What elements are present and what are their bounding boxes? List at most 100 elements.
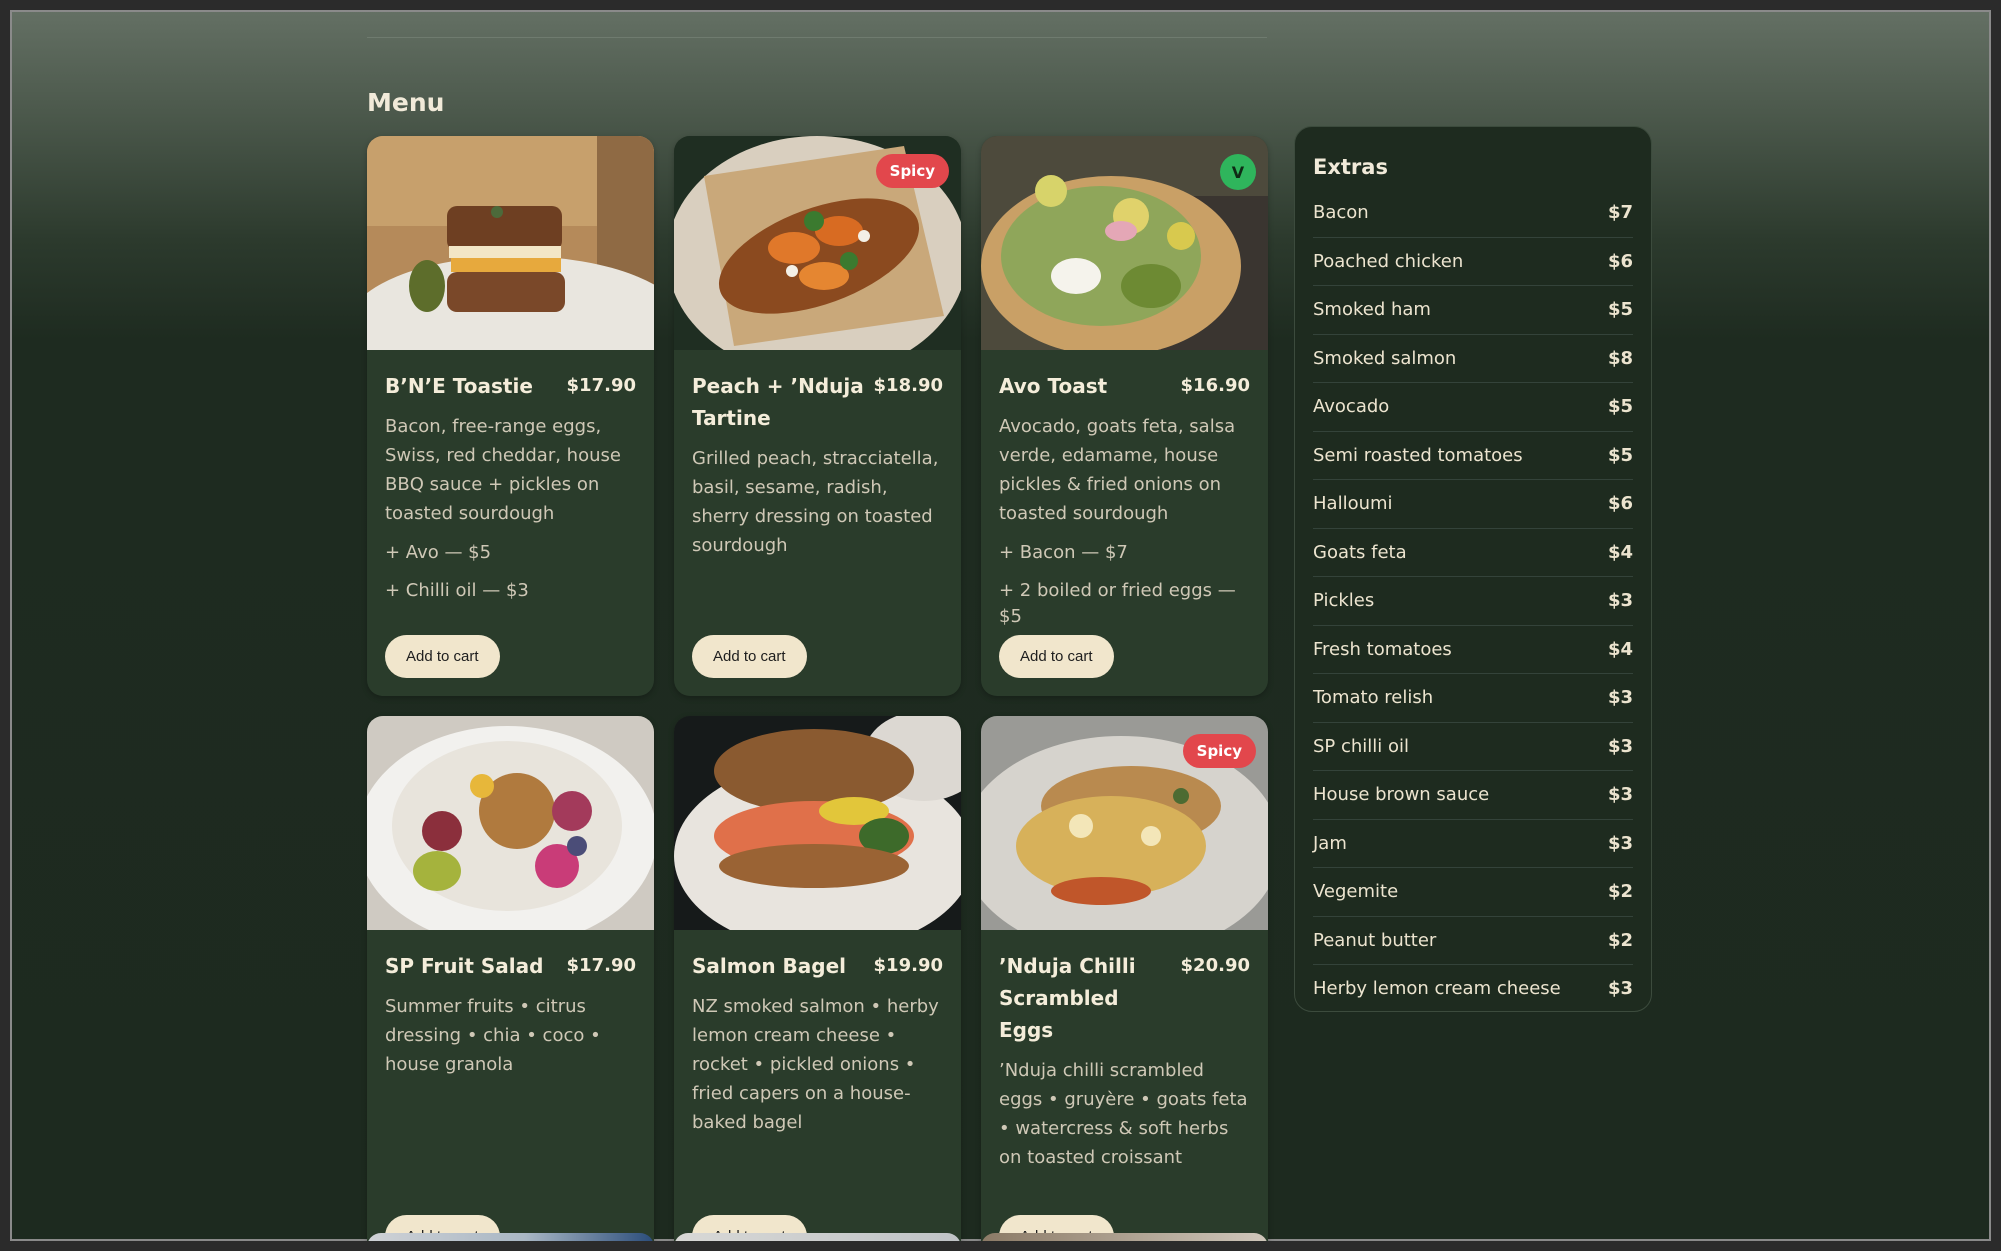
extras-row: Vegemite $2 (1313, 868, 1633, 917)
item-price: $17.90 (566, 955, 636, 976)
item-description: Summer fruits • citrus dressing • chia •… (385, 996, 601, 1075)
menu-card-peek (981, 1233, 1268, 1241)
menu-card-peek (367, 1233, 654, 1241)
card-header: B’N’E Toastie $17.90 (385, 370, 636, 402)
item-name: SP Fruit Salad (385, 954, 544, 978)
extras-panel: Extras Bacon $7 Poached chicken $6 Smoked ha… (1294, 126, 1652, 1012)
extras-row: Smoked ham $5 (1313, 286, 1633, 335)
extra-name: Halloumi (1313, 493, 1393, 515)
extra-name: Jam (1313, 832, 1347, 854)
item-name: B’N’E Toastie (385, 374, 533, 398)
extra-name: Pickles (1313, 590, 1375, 612)
dish-photo-scrambled-eggs: Spicy (981, 716, 1268, 930)
item-price: $16.90 (1180, 375, 1250, 396)
extra-name: Smoked salmon (1313, 347, 1457, 369)
extras-row: Jam $3 (1313, 820, 1633, 868)
extras-row: Smoked salmon $8 (1313, 335, 1633, 383)
dish-photo-salmon-bagel (674, 716, 961, 930)
extra-name: Vegemite (1313, 881, 1399, 903)
extra-price: $7 (1607, 202, 1633, 224)
menu-card: Spicy Peach + ’Nduja Tartine $18.90 Gril… (674, 136, 961, 696)
card-body: ’Nduja Chilli Scrambled Eggs $20.90 ’Ndu… (999, 950, 1250, 1172)
dish-photo-tartine: Spicy (674, 136, 961, 350)
menu-card: B’N’E Toastie $17.90 Bacon, free-range e… (367, 136, 654, 696)
extra-name: Peanut butter (1313, 929, 1437, 951)
item-addon: + 2 boiled or fried eggs — $5 (999, 580, 1236, 627)
extra-name: Goats feta (1313, 541, 1407, 563)
extras-row: Poached chicken $6 (1313, 238, 1633, 286)
extras-list: Bacon $7 Poached chicken $6 Smoked ham $5 Smok… (1313, 189, 1633, 1013)
extras-row: Tomato relish $3 (1313, 674, 1633, 723)
extra-name: Smoked ham (1313, 299, 1431, 321)
menu-card-peek (674, 1233, 961, 1241)
divider (367, 37, 1267, 38)
card-header: ’Nduja Chilli Scrambled Eggs $20.90 (999, 950, 1250, 1046)
extra-name: Semi roasted tomatoes (1313, 444, 1523, 466)
extra-price: $3 (1607, 784, 1633, 806)
item-description: ’Nduja chilli scrambled eggs • gruyère •… (999, 1060, 1248, 1168)
extra-price: $5 (1607, 299, 1633, 321)
extras-row: Avocado $5 (1313, 383, 1633, 432)
card-body: Salmon Bagel $19.90 NZ smoked salmon • h… (692, 950, 943, 1137)
extras-row: Peanut butter $2 (1313, 917, 1633, 965)
menu-card: SP Fruit Salad $17.90 Summer fruits • ci… (367, 716, 654, 1241)
extra-price: $5 (1607, 396, 1633, 418)
extra-price: $5 (1607, 444, 1633, 466)
extra-price: $6 (1607, 250, 1633, 272)
menu-card: Salmon Bagel $19.90 NZ smoked salmon • h… (674, 716, 961, 1241)
extra-price: $3 (1607, 687, 1633, 709)
extra-name: Avocado (1313, 396, 1390, 418)
extras-row: Goats feta $4 (1313, 529, 1633, 577)
card-body: Avo Toast $16.90 Avocado, goats feta, sa… (999, 370, 1250, 630)
extra-price: $4 (1607, 638, 1633, 660)
extra-price: $6 (1607, 493, 1633, 515)
extra-price: $3 (1607, 978, 1633, 1000)
extra-price: $2 (1607, 929, 1633, 951)
extras-row: Fresh tomatoes $4 (1313, 626, 1633, 674)
item-price: $20.90 (1180, 955, 1250, 976)
extras-row: Herby lemon cream cheese $3 (1313, 965, 1633, 1013)
dish-photo-toastie (367, 136, 654, 350)
item-addon: + Avo — $5 (385, 542, 492, 563)
extra-name: Herby lemon cream cheese (1313, 978, 1561, 1000)
item-addon: + Bacon — $7 (999, 542, 1128, 563)
extras-row: Semi roasted tomatoes $5 (1313, 432, 1633, 480)
extras-heading: Extras (1313, 155, 1388, 179)
item-description: NZ smoked salmon • herby lemon cream che… (692, 996, 939, 1133)
extras-row: Pickles $3 (1313, 577, 1633, 626)
item-name: Salmon Bagel (692, 954, 847, 978)
dish-photo-avo-toast: V (981, 136, 1268, 350)
extra-price: $8 (1607, 347, 1633, 369)
card-header: Peach + ’Nduja Tartine $18.90 (692, 370, 943, 434)
extra-price: $3 (1607, 590, 1633, 612)
menu-heading: Menu (367, 88, 445, 117)
item-price: $19.90 (873, 955, 943, 976)
item-name: Avo Toast (999, 374, 1108, 398)
browser-viewport: Menu B’N’E Toastie $17.90 Bacon, free-ra… (0, 0, 2001, 1251)
card-body: B’N’E Toastie $17.90 Bacon, free-range e… (385, 370, 636, 604)
extra-name: Poached chicken (1313, 250, 1464, 272)
item-price: $17.90 (566, 375, 636, 396)
card-body: SP Fruit Salad $17.90 Summer fruits • ci… (385, 950, 636, 1079)
item-description: Grilled peach, stracciatella, basil, ses… (692, 448, 939, 556)
item-name: ’Nduja Chilli Scrambled Eggs (999, 954, 1136, 1042)
extra-name: House brown sauce (1313, 784, 1490, 806)
extras-row: House brown sauce $3 (1313, 771, 1633, 820)
item-price: $18.90 (873, 375, 943, 396)
add-to-cart-button[interactable]: Add to cart (692, 635, 807, 678)
add-to-cart-button[interactable]: Add to cart (999, 635, 1114, 678)
add-to-cart-button[interactable]: Add to cart (385, 635, 500, 678)
extra-price: $3 (1607, 735, 1633, 757)
extras-row: Bacon $7 (1313, 189, 1633, 238)
extras-row: Halloumi $6 (1313, 480, 1633, 529)
card-header: Salmon Bagel $19.90 (692, 950, 943, 982)
card-header: Avo Toast $16.90 (999, 370, 1250, 402)
menu-card: Spicy ’Nduja Chilli Scrambled Eggs $20.9… (981, 716, 1268, 1241)
card-header: SP Fruit Salad $17.90 (385, 950, 636, 982)
extra-name: Bacon (1313, 202, 1369, 224)
extra-name: Tomato relish (1313, 687, 1434, 709)
item-name: Peach + ’Nduja Tartine (692, 374, 864, 430)
spicy-badge: Spicy (875, 154, 949, 188)
extra-price: $2 (1607, 881, 1633, 903)
spicy-badge: Spicy (1182, 734, 1256, 768)
